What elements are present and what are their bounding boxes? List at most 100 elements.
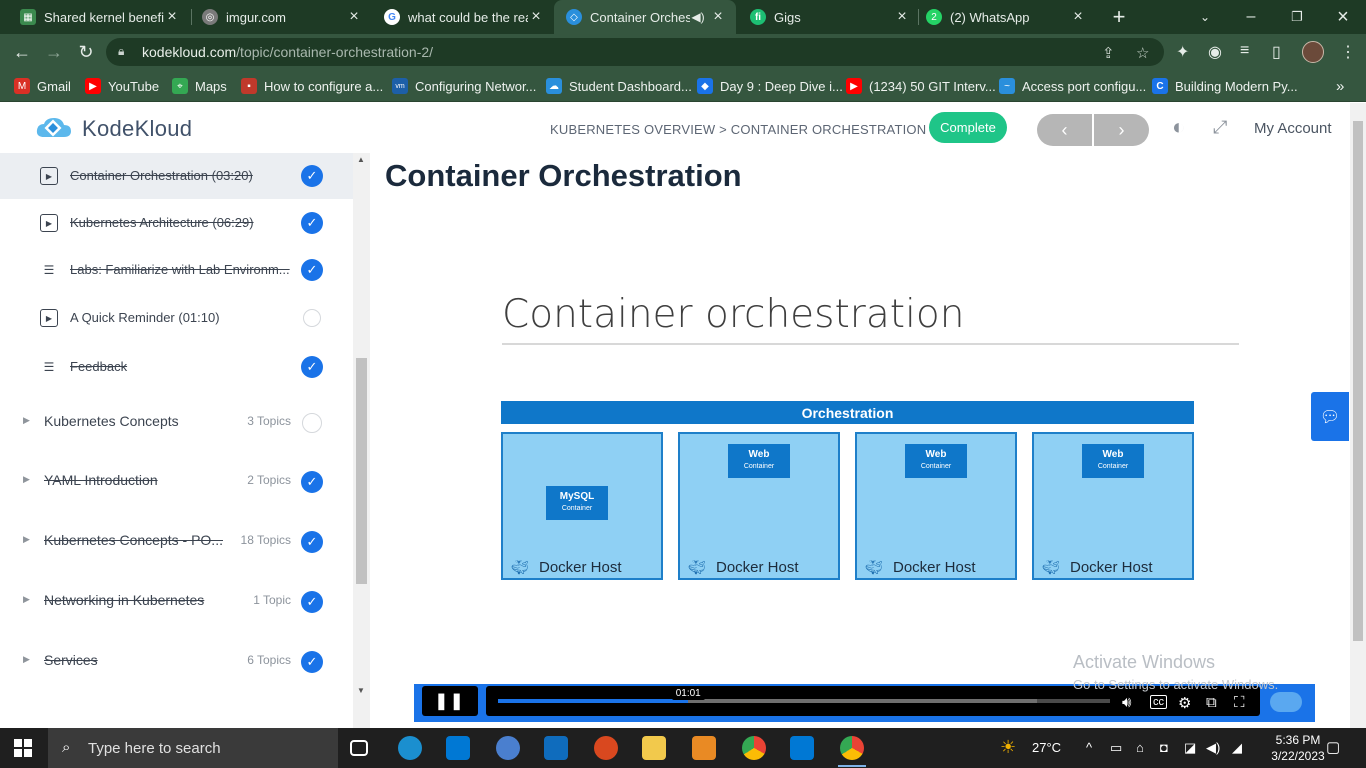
scroll-up-arrow-icon[interactable]: ▲: [357, 155, 365, 164]
complete-button[interactable]: Complete: [929, 112, 1007, 143]
pause-button[interactable]: ❚❚: [422, 686, 478, 716]
chat-feedback-button[interactable]: 💬︎: [1311, 392, 1349, 441]
wifi-icon[interactable]: ◢: [1232, 740, 1242, 756]
scrollbar-thumb[interactable]: [1353, 121, 1363, 641]
close-icon[interactable]: ×: [164, 8, 180, 26]
weather-icon[interactable]: ☀: [1000, 737, 1016, 758]
close-icon[interactable]: ×: [346, 8, 362, 26]
edge-icon[interactable]: [398, 736, 422, 760]
lock-icon: 🔒︎: [118, 44, 125, 58]
bookmark-item[interactable]: ▶ (1234) 50 GIT Interv...: [846, 76, 996, 96]
network-icon[interactable]: ⌂: [1136, 740, 1144, 755]
scroll-down-arrow-icon[interactable]: ▼: [357, 686, 365, 695]
system-clock[interactable]: 5:36 PM 3/22/2023: [1268, 732, 1328, 764]
bookmark-youtube[interactable]: ▶ YouTube: [85, 76, 159, 96]
browser-tab[interactable]: fi Gigs ×: [730, 0, 920, 34]
bookmark-star-icon[interactable]: ☆: [1136, 44, 1149, 62]
bookmark-item[interactable]: vm Configuring Networ...: [392, 76, 536, 96]
page-scrollbar[interactable]: [1350, 103, 1366, 728]
app-icon[interactable]: [692, 736, 716, 760]
previous-lesson-button[interactable]: ‹: [1037, 114, 1092, 146]
bookmarks-overflow-icon[interactable]: »: [1336, 76, 1344, 96]
captions-icon[interactable]: cc: [1150, 695, 1167, 709]
section-item[interactable]: ▶ Kubernetes Concepts 3 Topics: [0, 398, 353, 448]
section-item[interactable]: ▶ Services 6 Topics ✓: [0, 637, 353, 687]
lesson-item[interactable]: ☰ Labs: Familiarize with Lab Environm...…: [0, 247, 353, 293]
kodekloud-logo[interactable]: KodeKloud: [34, 115, 192, 143]
bookmark-item[interactable]: C Building Modern Py...: [1152, 76, 1298, 96]
fullscreen-icon[interactable]: ⛶: [1234, 694, 1245, 711]
reload-button[interactable]: ↻: [74, 40, 98, 64]
bookmark-item[interactable]: ☁ Student Dashboard...: [546, 76, 692, 96]
video-frame[interactable]: Container orchestration Orchestration My…: [414, 248, 1314, 684]
minimize-button[interactable]: –: [1240, 0, 1262, 34]
windows-start-icon[interactable]: [14, 739, 32, 757]
app-tray-icon[interactable]: ◪: [1184, 740, 1196, 756]
progress-rail[interactable]: 01:01: [498, 687, 1110, 703]
address-bar[interactable]: 🔒︎ kodekloud.com/topic/container-orchest…: [106, 38, 1164, 66]
forward-button[interactable]: →: [42, 40, 66, 64]
bookmark-maps[interactable]: ⌖ Maps: [172, 76, 227, 96]
bookmark-gmail[interactable]: M Gmail: [14, 76, 71, 96]
section-item[interactable]: ▶ YAML Introduction 2 Topics ✓: [0, 457, 353, 507]
notifications-icon[interactable]: ▢: [1326, 738, 1340, 756]
restore-button[interactable]: ❐: [1286, 0, 1308, 34]
menu-icon[interactable]: ⋮: [1340, 42, 1356, 62]
speaker-icon[interactable]: ◀): [690, 10, 706, 24]
sidebar-scrollbar[interactable]: ▲ ▼: [353, 153, 370, 728]
section-item[interactable]: ▶ Networking in Kubernetes 1 Topic ✓: [0, 577, 353, 627]
media-control-icon[interactable]: ≡: [1240, 42, 1249, 60]
mail-icon[interactable]: [544, 736, 568, 760]
side-panel-icon[interactable]: ▯: [1272, 42, 1281, 62]
fullscreen-icon[interactable]: ⤢: [1213, 117, 1227, 138]
battery-icon[interactable]: ▭: [1110, 740, 1122, 756]
extension-icon[interactable]: ◉: [1208, 42, 1222, 62]
weather-temp[interactable]: 27°C: [1032, 740, 1061, 755]
dark-mode-icon[interactable]: ◐: [1172, 114, 1185, 140]
close-icon[interactable]: ×: [1070, 8, 1086, 26]
app-icon[interactable]: [594, 736, 618, 760]
chrome-icon[interactable]: [742, 736, 766, 760]
lesson-item[interactable]: ▶ A Quick Reminder (01:10): [0, 295, 353, 341]
lesson-item[interactable]: ▶ Kubernetes Architecture (06:29) ✓: [0, 200, 353, 246]
docker-whale-icon: 🐳︎: [511, 559, 529, 575]
browser-tab[interactable]: 2 (2) WhatsApp ×: [906, 0, 1096, 34]
extensions-icon[interactable]: ✦: [1176, 42, 1189, 62]
volume-icon[interactable]: ◀): [1206, 740, 1220, 756]
volume-icon[interactable]: 🔊︎: [1122, 694, 1131, 711]
close-icon[interactable]: ×: [528, 8, 544, 26]
share-icon[interactable]: ⇪: [1102, 44, 1115, 62]
scrollbar-thumb[interactable]: [356, 358, 367, 584]
back-button[interactable]: ←: [10, 40, 34, 64]
topic-count: 18 Topics: [240, 533, 291, 547]
browser-tab[interactable]: ▦ Shared kernel benefits ×: [0, 0, 190, 34]
lesson-item[interactable]: ▶ Container Orchestration (03:20) ✓: [0, 153, 353, 199]
store-icon[interactable]: [446, 736, 470, 760]
new-tab-button[interactable]: +: [1108, 0, 1130, 34]
picture-in-picture-icon[interactable]: ⧉: [1206, 694, 1217, 711]
chrome-active-icon[interactable]: [838, 736, 866, 767]
play-icon: ▶: [40, 309, 58, 327]
task-view-icon[interactable]: [350, 740, 368, 756]
app-icon[interactable]: [496, 736, 520, 760]
section-item[interactable]: ▶ Kubernetes Concepts - PO... 18 Topics …: [0, 517, 353, 567]
my-account-link[interactable]: My Account: [1254, 120, 1332, 137]
browser-tab[interactable]: ◎ imgur.com ×: [182, 0, 372, 34]
next-lesson-button[interactable]: ›: [1094, 114, 1149, 146]
bookmark-item[interactable]: ◆ Day 9 : Deep Dive i...: [697, 76, 843, 96]
browser-tab-active[interactable]: ◇ Container Orchest ◀) ×: [554, 0, 736, 34]
profile-avatar[interactable]: [1302, 41, 1324, 63]
bookmark-item[interactable]: ~ Access port configu...: [999, 76, 1146, 96]
close-window-button[interactable]: ×: [1332, 0, 1354, 34]
vscode-icon[interactable]: [790, 736, 814, 760]
browser-tab[interactable]: G what could be the rea ×: [364, 0, 554, 34]
app-tray-icon[interactable]: ◘: [1160, 740, 1168, 755]
taskbar-search[interactable]: ⌕ Type here to search: [48, 728, 338, 768]
file-explorer-icon[interactable]: [642, 736, 666, 760]
close-icon[interactable]: ×: [710, 8, 726, 26]
settings-gear-icon[interactable]: ⚙: [1178, 694, 1191, 712]
show-hidden-icons[interactable]: ^: [1086, 740, 1092, 755]
bookmark-item[interactable]: ▪ How to configure a...: [241, 76, 383, 96]
tab-search-icon[interactable]: ⌄: [1194, 0, 1216, 34]
lesson-item[interactable]: ☰ Feedback ✓: [0, 344, 353, 390]
